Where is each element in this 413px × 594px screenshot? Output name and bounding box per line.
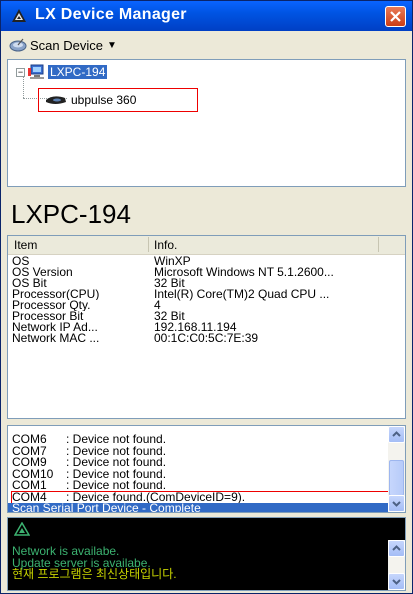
- table-row[interactable]: OS Version Microsoft Windows NT 5.1.2600.…: [12, 266, 402, 278]
- sensor-device-icon: [46, 96, 66, 104]
- log-scrollbar[interactable]: [388, 426, 405, 512]
- chevron-down-icon: [392, 579, 401, 585]
- device-tree: − LXPC-194 ubpulse 360: [7, 59, 406, 187]
- row-item: OS Version: [12, 267, 73, 278]
- row-item: Network IP Ad...: [12, 322, 98, 333]
- column-header-info[interactable]: Info.: [154, 238, 177, 252]
- row-item: Network MAC ...: [12, 333, 100, 344]
- tree-node-root-label: LXPC-194: [48, 65, 108, 79]
- column-divider[interactable]: [378, 237, 379, 252]
- lx-logo-icon: [11, 8, 27, 24]
- row-info: Intel(R) Core(TM)2 Quad CPU ...: [154, 287, 330, 301]
- row-item: OS: [12, 256, 30, 267]
- info-table-body: OS WinXP OS Version Microsoft Windows NT 5…: [12, 255, 402, 345]
- info-table-header: Item Info.: [8, 236, 405, 255]
- network-log-scrollbar[interactable]: [388, 540, 405, 590]
- lx-logo-icon: [14, 522, 30, 536]
- tree-node-ubpulse[interactable]: ubpulse 360: [38, 88, 198, 112]
- collapse-icon[interactable]: −: [16, 67, 25, 77]
- row-item: Processor(CPU): [12, 289, 100, 300]
- scan-log-panel: COM6: Device not found. COM7: Device not…: [7, 425, 406, 513]
- chevron-down-icon: ▼: [106, 39, 117, 51]
- tree-node-ubpulse-label: ubpulse 360: [71, 93, 137, 107]
- title-bar[interactable]: LX Device Manager: [1, 1, 412, 31]
- satellite-dish-icon: [9, 38, 27, 52]
- row-item: Processor Qty.: [12, 300, 91, 311]
- scroll-up-button[interactable]: [388, 540, 405, 557]
- device-title: LXPC-194: [11, 199, 131, 229]
- scan-device-label: Scan Device: [30, 37, 103, 53]
- network-log-panel: Network is availabe. Update server is av…: [7, 517, 406, 591]
- tree-node-root[interactable]: − LXPC-194: [16, 64, 108, 80]
- close-button[interactable]: [385, 6, 406, 27]
- close-icon: [390, 11, 401, 22]
- window-title: LX Device Manager: [35, 6, 187, 23]
- lx-device-manager-window: LX Device Manager Scan Device ▼ − LXPC-1…: [0, 0, 413, 594]
- device-info-table: Item Info. OS WinXP OS Version Microsoft W…: [7, 235, 406, 419]
- scroll-up-button[interactable]: [388, 426, 405, 443]
- row-item: OS Bit: [12, 278, 47, 289]
- table-row[interactable]: Processor Qty. 4: [12, 299, 402, 311]
- scroll-down-button[interactable]: [388, 573, 405, 590]
- row-item: Processor Bit: [12, 311, 84, 322]
- chevron-up-icon: [392, 431, 401, 437]
- scan-status-line: Scan Serial Port Device - Complete: [8, 502, 392, 512]
- chevron-down-icon: [392, 501, 401, 507]
- scroll-down-button[interactable]: [388, 495, 405, 512]
- table-row[interactable]: Processor(CPU) Intel(R) Core(TM)2 Quad CP…: [12, 287, 402, 301]
- column-divider[interactable]: [148, 237, 149, 252]
- toolbar: Scan Device ▼: [1, 32, 412, 57]
- scan-device-button[interactable]: Scan Device ▼: [9, 36, 117, 54]
- scan-log-list: COM6: Device not found. COM7: Device not…: [8, 433, 392, 512]
- computer-icon: [28, 64, 44, 79]
- row-info: 00:1C:C0:5C:7E:39: [154, 331, 259, 345]
- column-header-item[interactable]: Item: [14, 238, 37, 252]
- network-log-list: Network is availabe. Update server is av…: [12, 545, 177, 581]
- scroll-thumb[interactable]: [389, 460, 404, 496]
- table-row[interactable]: Network MAC ... 00:1C:C0:5C:7E:39: [12, 331, 402, 345]
- chevron-up-icon: [392, 545, 401, 551]
- list-item: 현재 프로그램은 최신상태입니다.: [12, 567, 177, 581]
